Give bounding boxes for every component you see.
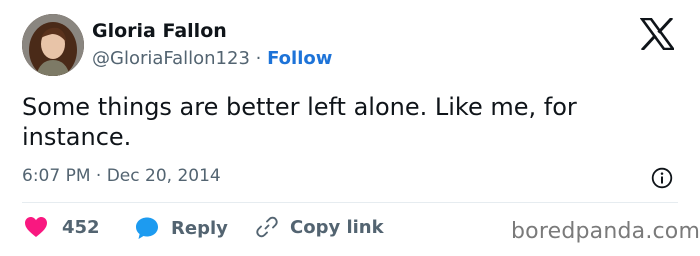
author-handle-row: @GloriaFallon123 · Follow [92,48,332,69]
like-count: 452 [62,216,100,238]
divider [22,202,678,203]
link-icon [256,216,278,238]
reply-label: Reply [171,217,228,239]
tweet-time: 6:07 PM [22,166,91,186]
like-button[interactable]: 452 [24,216,100,238]
copy-link-button[interactable]: Copy link [256,216,384,238]
tweet-date: Dec 20, 2014 [106,166,221,186]
tweet-timestamp[interactable]: 6:07 PM · Dec 20, 2014 [22,166,221,186]
x-logo-icon[interactable] [640,18,674,50]
avatar-portrait [22,14,84,76]
reply-button[interactable]: Reply [135,216,228,240]
timestamp-separator: · [95,166,102,186]
tweet-card: Gloria Fallon @GloriaFallon123 · Follow … [0,0,700,256]
author-display-name[interactable]: Gloria Fallon [92,20,227,42]
info-icon[interactable] [651,167,673,189]
handle-separator: · [255,48,262,69]
speech-bubble-icon [136,217,158,239]
author-handle[interactable]: @GloriaFallon123 [92,48,250,69]
follow-button[interactable]: Follow [267,48,332,69]
copy-link-label: Copy link [290,216,384,238]
avatar[interactable] [22,14,84,76]
tweet-text: Some things are better left alone. Like … [22,93,577,151]
watermark: boredpanda.com [511,219,700,244]
heart-icon [25,217,47,237]
